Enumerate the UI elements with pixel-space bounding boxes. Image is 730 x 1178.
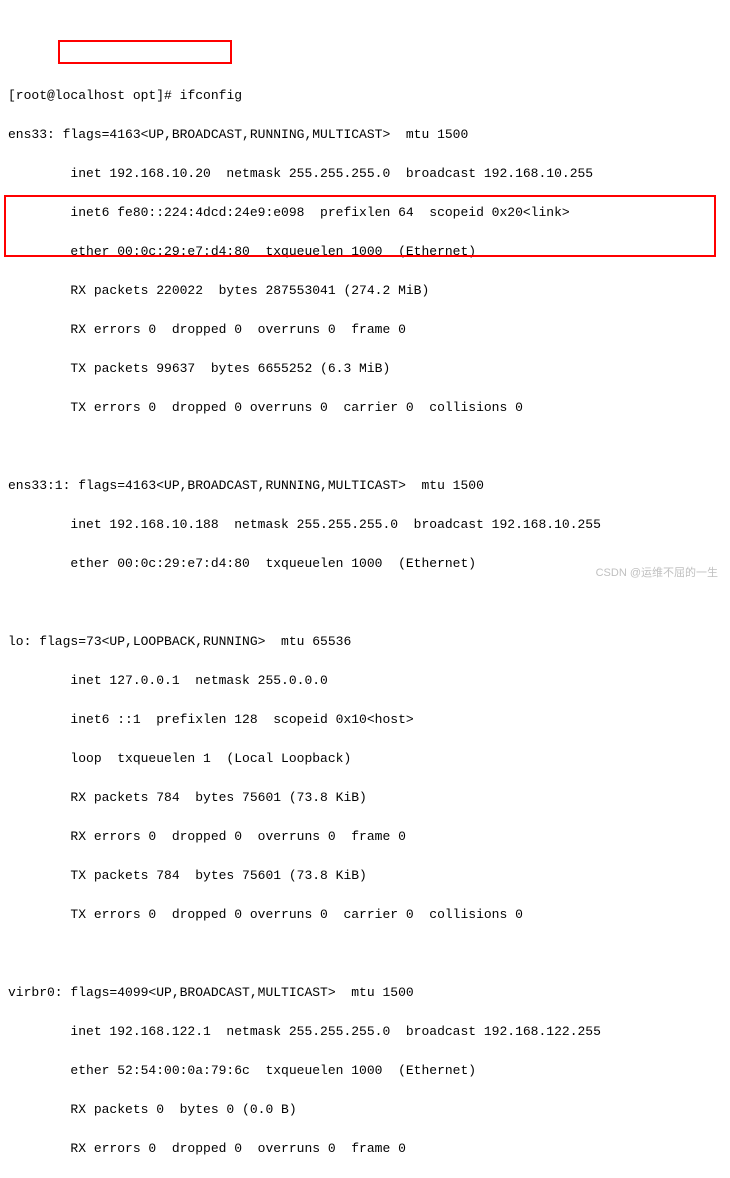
- lo-rx-packets: RX packets 784 bytes 75601 (73.8 KiB): [8, 788, 722, 808]
- lo-tx-packets: TX packets 784 bytes 75601 (73.8 KiB): [8, 866, 722, 886]
- watermark-text: CSDN @运维不屈的一生: [596, 565, 718, 582]
- highlight-box-inet: [58, 40, 232, 64]
- lo-header: lo: flags=73<UP,LOOPBACK,RUNNING> mtu 65…: [8, 632, 722, 652]
- blank-line: [8, 437, 722, 457]
- ens33-inet6: inet6 fe80::224:4dcd:24e9:e098 prefixlen…: [8, 203, 722, 223]
- ens33-rx-packets: RX packets 220022 bytes 287553041 (274.2…: [8, 281, 722, 301]
- lo-tx-errors: TX errors 0 dropped 0 overruns 0 carrier…: [8, 905, 722, 925]
- virbr0-inet: inet 192.168.122.1 netmask 255.255.255.0…: [8, 1022, 722, 1042]
- ens33-1-header: ens33:1: flags=4163<UP,BROADCAST,RUNNING…: [8, 476, 722, 496]
- ens33-inet: inet 192.168.10.20 netmask 255.255.255.0…: [8, 164, 722, 184]
- ens33-ether: ether 00:0c:29:e7:d4:80 txqueuelen 1000 …: [8, 242, 722, 262]
- ens33-rx-errors: RX errors 0 dropped 0 overruns 0 frame 0: [8, 320, 722, 340]
- blank-line: [8, 944, 722, 964]
- virbr0-rx-errors: RX errors 0 dropped 0 overruns 0 frame 0: [8, 1139, 722, 1159]
- ens33-1-inet: inet 192.168.10.188 netmask 255.255.255.…: [8, 515, 722, 535]
- ens33-tx-packets: TX packets 99637 bytes 6655252 (6.3 MiB): [8, 359, 722, 379]
- blank-line: [8, 593, 722, 613]
- ens33-tx-errors: TX errors 0 dropped 0 overruns 0 carrier…: [8, 398, 722, 418]
- prompt-line: [root@localhost opt]# ifconfig: [8, 86, 722, 106]
- shell-prompt: [root@localhost opt]#: [8, 88, 180, 103]
- command-text: ifconfig: [180, 88, 242, 103]
- lo-inet: inet 127.0.0.1 netmask 255.0.0.0: [8, 671, 722, 691]
- lo-rx-errors: RX errors 0 dropped 0 overruns 0 frame 0: [8, 827, 722, 847]
- ens33-header: ens33: flags=4163<UP,BROADCAST,RUNNING,M…: [8, 125, 722, 145]
- virbr0-header: virbr0: flags=4099<UP,BROADCAST,MULTICAS…: [8, 983, 722, 1003]
- virbr0-ether: ether 52:54:00:0a:79:6c txqueuelen 1000 …: [8, 1061, 722, 1081]
- lo-loop: loop txqueuelen 1 (Local Loopback): [8, 749, 722, 769]
- virbr0-rx-packets: RX packets 0 bytes 0 (0.0 B): [8, 1100, 722, 1120]
- lo-inet6: inet6 ::1 prefixlen 128 scopeid 0x10<hos…: [8, 710, 722, 730]
